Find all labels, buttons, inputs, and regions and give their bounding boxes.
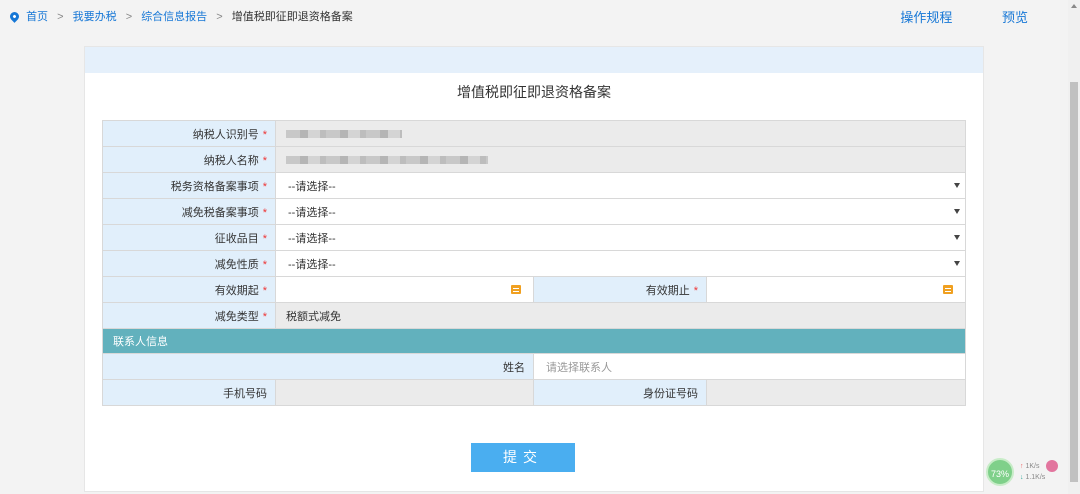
breadcrumb-separator: > bbox=[57, 11, 64, 23]
network-rates: ↑ 1K/s ↓ 1.1K/s bbox=[1020, 463, 1046, 481]
scroll-up-icon[interactable] bbox=[1071, 4, 1077, 8]
memory-usage-indicator: 73% bbox=[986, 458, 1014, 486]
submit-button[interactable]: 提交 bbox=[471, 443, 575, 472]
chevron-down-icon bbox=[954, 183, 961, 188]
widget-status-icon bbox=[1046, 460, 1058, 472]
download-arrow-icon: ↓ bbox=[1020, 474, 1024, 481]
redacted-text bbox=[286, 155, 488, 164]
taxpayer-name-label: 纳税人名称 * bbox=[102, 146, 276, 173]
top-bar: 首页 > 我要办税 > 综合信息报告 > 增值税即征即退资格备案 操作规程 预览 bbox=[0, 0, 1068, 32]
phone-value bbox=[275, 379, 534, 406]
row-contact-ids: 手机号码 身份证号码 bbox=[102, 379, 967, 406]
breadcrumb-separator: > bbox=[125, 11, 133, 23]
row-exemption-type: 减免类型 * 税额式减免 bbox=[102, 302, 967, 329]
chevron-down-icon bbox=[954, 261, 961, 266]
taxpayer-id-value bbox=[274, 120, 967, 147]
row-taxpayer-name: 纳税人名称 * bbox=[102, 146, 967, 173]
row-qualification: 税务资格备案事项 * --请选择-- bbox=[102, 172, 967, 199]
breadcrumb-tax-services[interactable]: 我要办税 bbox=[73, 11, 117, 23]
calendar-icon[interactable] bbox=[943, 285, 954, 294]
row-exemption-item: 减免税备案事项 * --请选择-- bbox=[102, 198, 967, 225]
valid-to-input[interactable] bbox=[705, 276, 967, 303]
levy-item-label: 征收品目 * bbox=[102, 224, 276, 251]
breadcrumb: 首页 > 我要办税 > 综合信息报告 > 增值税即征即退资格备案 bbox=[8, 8, 353, 24]
exemption-type-label: 减免类型 * bbox=[102, 302, 276, 329]
row-validity: 有效期起 * 有效期止 * bbox=[102, 276, 967, 303]
top-links: 操作规程 预览 bbox=[854, 7, 1028, 26]
contact-name-label: 姓名 bbox=[102, 353, 534, 380]
id-number-label: 身份证号码 bbox=[533, 379, 707, 406]
rules-link[interactable]: 操作规程 bbox=[900, 10, 952, 25]
valid-from-label: 有效期起 * bbox=[102, 276, 276, 303]
row-levy-item: 征收品目 * --请选择-- bbox=[102, 224, 967, 251]
contact-section-title: 联系人信息 bbox=[101, 328, 967, 354]
id-number-value bbox=[705, 379, 967, 406]
chevron-down-icon bbox=[954, 209, 961, 214]
preview-link[interactable]: 预览 bbox=[1002, 10, 1028, 25]
network-monitor-widget[interactable]: 73% ↑ 1K/s ↓ 1.1K/s bbox=[986, 458, 1060, 488]
valid-to-label: 有效期止 * bbox=[533, 276, 707, 303]
phone-label: 手机号码 bbox=[102, 379, 276, 406]
row-taxpayer-id: 纳税人识别号 * bbox=[102, 120, 967, 147]
form-title: 增值税即征即退资格备案 bbox=[457, 84, 611, 100]
taxpayer-id-label: 纳税人识别号 * bbox=[102, 120, 276, 147]
card-header-band bbox=[85, 47, 983, 73]
exemption-nature-label: 减免性质 * bbox=[102, 250, 276, 277]
breadcrumb-home[interactable]: 首页 bbox=[26, 11, 48, 23]
levy-item-select[interactable]: --请选择-- bbox=[274, 224, 967, 251]
row-contact-name: 姓名 请选择联系人 bbox=[102, 353, 967, 380]
taxpayer-name-value bbox=[274, 146, 967, 173]
upload-arrow-icon: ↑ bbox=[1020, 463, 1024, 470]
contact-name-input[interactable]: 请选择联系人 bbox=[532, 353, 967, 380]
breadcrumb-current: 增值税即征即退资格备案 bbox=[231, 11, 353, 23]
redacted-text bbox=[286, 129, 402, 138]
calendar-icon[interactable] bbox=[511, 285, 521, 294]
qualification-label: 税务资格备案事项 * bbox=[102, 172, 276, 199]
form-card: 增值税即征即退资格备案 纳税人识别号 * 纳税人名称 * 税务资格备案事项 * --请… bbox=[84, 46, 984, 492]
row-exemption-nature: 减免性质 * --请选择-- bbox=[102, 250, 967, 277]
location-pin-icon bbox=[8, 10, 21, 23]
page-scrollbar[interactable] bbox=[1068, 0, 1080, 494]
breadcrumb-info-report[interactable]: 综合信息报告 bbox=[141, 11, 207, 23]
exemption-item-label: 减免税备案事项 * bbox=[102, 198, 276, 225]
contact-section-header: 联系人信息 bbox=[101, 328, 967, 354]
exemption-type-value: 税额式减免 bbox=[274, 302, 967, 329]
valid-from-input[interactable] bbox=[275, 276, 534, 303]
chevron-down-icon bbox=[954, 235, 961, 240]
qualification-select[interactable]: --请选择-- bbox=[274, 172, 967, 199]
exemption-nature-select[interactable]: --请选择-- bbox=[274, 250, 967, 277]
exemption-item-select[interactable]: --请选择-- bbox=[274, 198, 967, 225]
filing-form-table: 纳税人识别号 * 纳税人名称 * 税务资格备案事项 * --请选择-- 减免税备案事项… bbox=[101, 120, 967, 406]
breadcrumb-separator: > bbox=[216, 11, 223, 23]
scrollbar-thumb[interactable] bbox=[1070, 82, 1078, 482]
